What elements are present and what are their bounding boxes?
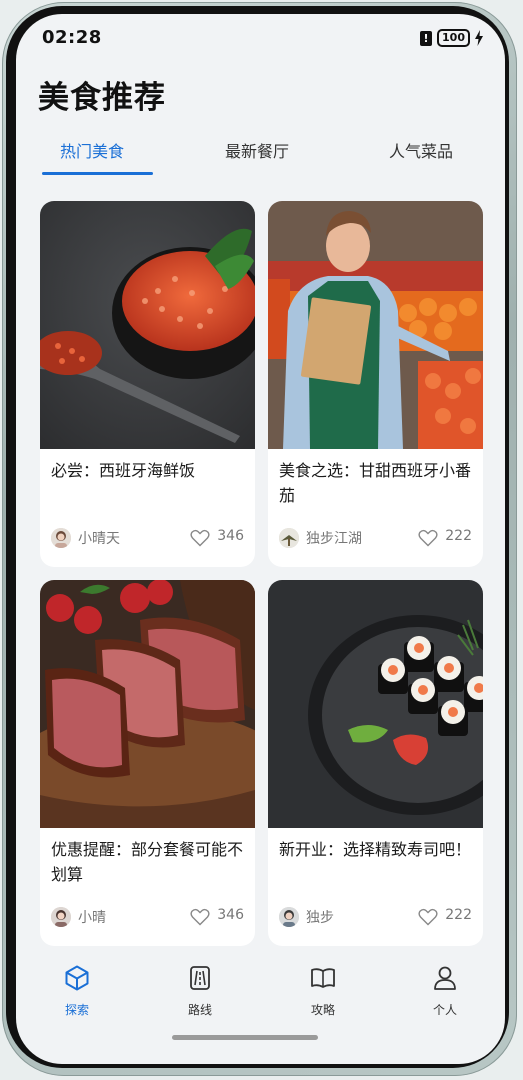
- card-title: 美食之选：甘甜西班牙小番茄: [279, 461, 472, 505]
- tab-active-indicator: [42, 172, 153, 175]
- nav-label: 路线: [187, 1003, 212, 1017]
- card-footer: 小晴天 346: [51, 527, 244, 549]
- cube-icon: [65, 965, 89, 991]
- home-indicator[interactable]: [172, 1035, 318, 1040]
- tab-hot-food[interactable]: 热门美食: [60, 138, 124, 162]
- card-footer: 独步 222: [279, 906, 472, 928]
- avatar: [279, 907, 299, 927]
- like-count: 346: [217, 907, 244, 923]
- like-count: 222: [445, 907, 472, 923]
- author-name: 独步: [306, 910, 334, 926]
- nav-label: 探索: [64, 1003, 89, 1017]
- like-count: 222: [445, 528, 472, 544]
- alert-icon: !: [420, 30, 433, 46]
- nav-label: 个人: [432, 1003, 457, 1017]
- sushi-plate-image: [268, 580, 483, 828]
- card-title: 优惠提醒：部分套餐可能不划算: [51, 840, 244, 884]
- author-name: 小晴天: [78, 531, 120, 547]
- bottom-nav: 探索 路线 攻略 个人: [16, 964, 505, 1034]
- heart-icon[interactable]: [418, 908, 438, 926]
- status-icons: ! 100: [420, 29, 483, 47]
- nav-label: 攻略: [310, 1003, 335, 1017]
- tab-popular-dishes[interactable]: 人气菜品: [389, 138, 453, 162]
- author-name: 独步江湖: [306, 531, 362, 547]
- app-screen: 02:28 ! 100 美食推荐 热门美食 最新餐厅 人气菜品 必尝：西班牙海鲜…: [16, 14, 505, 1064]
- tab-bar: 热门美食 最新餐厅 人气菜品: [16, 138, 505, 178]
- nav-item-guide[interactable]: 攻略: [293, 964, 353, 1018]
- person-icon: [434, 966, 456, 990]
- avatar: [279, 528, 299, 548]
- food-card[interactable]: 新开业：选择精致寿司吧！ 独步 222: [268, 580, 483, 946]
- heart-icon[interactable]: [418, 529, 438, 547]
- author-name: 小晴: [78, 910, 106, 926]
- food-card[interactable]: 美食之选：甘甜西班牙小番茄 独步江湖 222: [268, 201, 483, 567]
- status-time: 02:28: [42, 27, 102, 48]
- status-bar: 02:28 ! 100: [16, 14, 505, 62]
- charging-bolt-icon: [475, 30, 483, 46]
- like-count: 346: [217, 528, 244, 544]
- nav-item-explore[interactable]: 探索: [47, 964, 107, 1018]
- road-icon: [190, 966, 210, 990]
- battery-icon: 100: [437, 29, 470, 47]
- grocer-tomatoes-image: [268, 201, 483, 449]
- page-title: 美食推荐: [38, 80, 166, 116]
- heart-icon[interactable]: [190, 908, 210, 926]
- avatar: [51, 528, 71, 548]
- nav-item-route[interactable]: 路线: [170, 964, 230, 1018]
- battery-level: 100: [442, 31, 465, 44]
- card-title: 必尝：西班牙海鲜饭: [51, 461, 196, 480]
- heart-icon[interactable]: [190, 529, 210, 547]
- food-card[interactable]: 优惠提醒：部分套餐可能不划算 小晴 346: [40, 580, 255, 946]
- card-footer: 小晴 346: [51, 906, 244, 928]
- avatar: [51, 907, 71, 927]
- nav-item-profile[interactable]: 个人: [415, 964, 475, 1018]
- book-icon: [311, 968, 335, 988]
- food-card[interactable]: 必尝：西班牙海鲜饭 小晴天 346: [40, 201, 255, 567]
- card-title: 新开业：选择精致寿司吧！: [279, 840, 472, 859]
- card-footer: 独步江湖 222: [279, 527, 472, 549]
- sliced-steak-image: [40, 580, 255, 828]
- tab-new-restaurants[interactable]: 最新餐厅: [225, 138, 289, 162]
- salmon-roe-image: [40, 201, 255, 449]
